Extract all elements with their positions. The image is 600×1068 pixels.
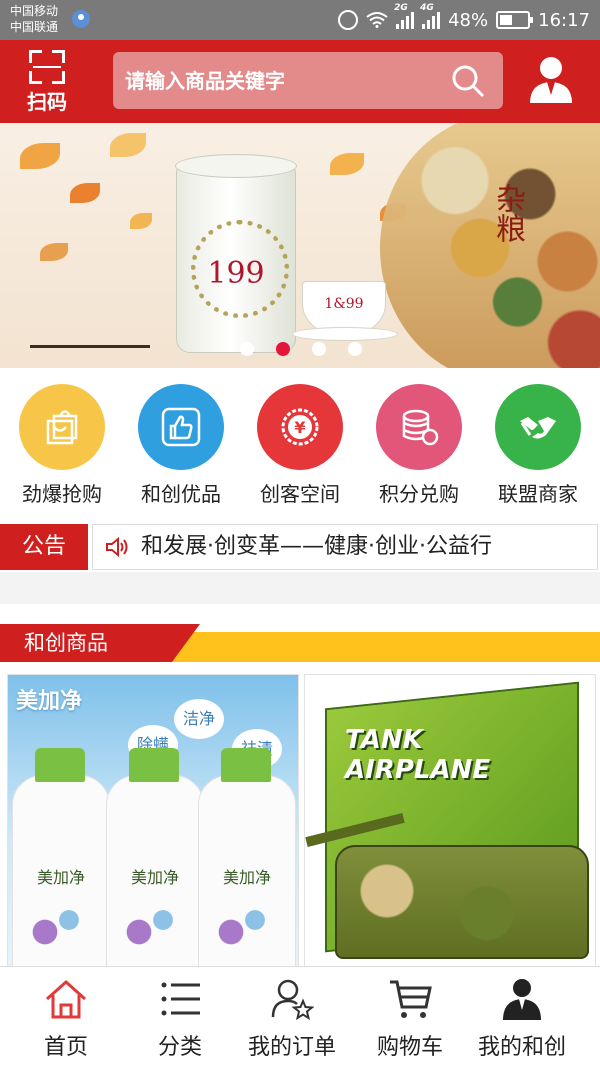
detergent-bottle-image: 美加净 (106, 748, 204, 975)
detergent-bottle-image: 美加净 (198, 748, 296, 975)
carrier-2: 中国联通 (10, 20, 59, 34)
bottle-brand: 美加净 (130, 868, 179, 887)
bottle-brand: 美加净 (222, 868, 271, 887)
scan-button[interactable]: 扫码 (14, 46, 80, 116)
user-profile-icon[interactable] (528, 55, 574, 105)
scan-icon (29, 50, 65, 84)
detergent-bottle-image: 美加净 (12, 748, 110, 975)
bench-silhouette (30, 345, 150, 366)
wifi-icon (366, 12, 388, 28)
product-brand: 美加净 (16, 688, 83, 714)
app-header: 扫码 (0, 40, 600, 123)
signal-4g-icon: 4G (420, 3, 441, 29)
carousel-dot-active[interactable] (276, 342, 290, 356)
product-card[interactable]: 美加净 洁净 除螨 祛渍 美加净 美加净 美加净 (7, 674, 299, 976)
net-2g-tag: 2G (394, 3, 408, 13)
net-4g-tag: 4G (420, 3, 434, 13)
quick-menu-label: 和创优品 (141, 482, 221, 506)
product-card[interactable]: TANK AIRPLANE (304, 674, 596, 976)
toy-box-line-2: AIRPLANE (345, 755, 491, 785)
tab-label: 首页 (43, 1035, 88, 1060)
quick-menu-label: 联盟商家 (498, 482, 578, 506)
toy-box-text: TANK AIRPLANE (345, 725, 490, 785)
cart-icon (390, 980, 432, 1018)
tea-can-image: 199 (175, 154, 297, 353)
bottom-tab-bar: 首页 分类 我的订单 购物车 我的和创 (0, 966, 600, 1068)
battery-percent: 48% (448, 9, 489, 31)
yuan-coin-icon: ¥ (257, 384, 343, 470)
announcement-box[interactable]: 和发展·创变革——健康·创业·公益行 (92, 524, 598, 570)
shopping-bag-icon (19, 384, 105, 470)
grain-pile-image (380, 123, 600, 368)
carousel-dot[interactable] (240, 342, 254, 356)
quick-menu-label: 劲爆抢购 (22, 482, 102, 506)
quick-menu-flash-sale[interactable]: 劲爆抢购 (7, 384, 117, 507)
tab-label: 我的和创 (477, 1035, 566, 1060)
battery-icon (496, 11, 534, 29)
tab-my-account[interactable]: 我的和创 (462, 967, 582, 1068)
signal-2g-icon: 2G (394, 3, 415, 29)
search-bar[interactable] (113, 52, 503, 109)
section-title: 和创商品 (24, 631, 108, 655)
tab-home[interactable]: 首页 (6, 967, 126, 1068)
tab-cart[interactable]: 购物车 (350, 967, 470, 1068)
carousel-dot[interactable] (312, 342, 326, 356)
saucer (292, 327, 398, 341)
search-icon[interactable] (451, 64, 485, 98)
section-header: 和创商品 (0, 624, 600, 662)
tea-cup-image: 1&99 (302, 281, 386, 333)
svg-text:¥: ¥ (294, 418, 305, 437)
quick-menu-points[interactable]: 积分兑购 (364, 384, 474, 507)
database-icon (376, 384, 462, 470)
announcement-text: 和发展·创变革——健康·创业·公益行 (141, 534, 492, 559)
handshake-icon (495, 384, 581, 470)
tab-orders[interactable]: 我的订单 (232, 967, 352, 1068)
bottle-brand: 美加净 (36, 868, 85, 887)
carrier-1: 中国移动 (10, 4, 59, 18)
tab-label: 分类 (157, 1035, 202, 1060)
tab-category[interactable]: 分类 (120, 967, 240, 1068)
status-icons: 2G 4G 48% 16:17 (338, 3, 590, 32)
quick-menu-maker-space[interactable]: ¥ 创客空间 (245, 384, 355, 507)
products-section: 和创商品 美加净 洁净 除螨 祛渍 美加净 美加净 美加净 TANK AIRPL… (0, 604, 600, 976)
product-tag: 洁净 (174, 699, 224, 739)
speaker-icon (106, 536, 128, 558)
location-icon (72, 10, 90, 28)
clock: 16:17 (538, 9, 590, 31)
quick-menu: 劲爆抢购 和创优品 ¥ 创客空间 积分兑购 联盟商家 (0, 368, 600, 520)
home-icon (45, 979, 87, 1019)
toy-tank-image (335, 845, 589, 959)
promo-banner[interactable]: 杂粮 199 1&99 (0, 123, 600, 368)
quick-menu-label: 创客空间 (260, 482, 340, 506)
status-bar: 中国移动 中国联通 2G 4G 48% 16:17 (0, 0, 600, 40)
user-profile-icon (503, 979, 541, 1020)
carousel-dot[interactable] (348, 342, 362, 356)
thumbs-up-icon (138, 384, 224, 470)
cup-text: 1&99 (324, 296, 364, 312)
announcement-tag: 公告 (0, 524, 88, 570)
can-price: 199 (207, 256, 265, 291)
quick-menu-featured[interactable]: 和创优品 (126, 384, 236, 507)
section-band-accent (170, 632, 600, 662)
list-icon (161, 982, 200, 1016)
scan-label: 扫码 (27, 90, 67, 114)
carousel-indicators (240, 342, 362, 356)
quick-menu-label: 积分兑购 (379, 482, 459, 506)
quick-menu-merchants[interactable]: 联盟商家 (483, 384, 593, 507)
banner-title: 杂粮 (490, 183, 525, 243)
tab-label: 我的订单 (247, 1035, 336, 1060)
announcement-bar: 公告 和发展·创变革——健康·创业·公益行 (0, 520, 600, 572)
carrier-info: 中国移动 中国联通 (10, 3, 58, 35)
user-star-icon (271, 979, 314, 1021)
search-input[interactable] (113, 52, 445, 109)
alarm-icon (338, 10, 359, 30)
toy-box-line-1: TANK (345, 725, 423, 755)
tab-label: 购物车 (376, 1035, 443, 1060)
